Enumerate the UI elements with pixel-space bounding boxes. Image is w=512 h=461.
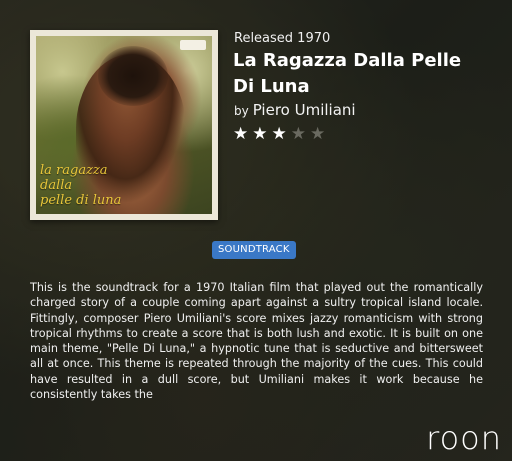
star-empty-icon[interactable]: ★ — [291, 124, 306, 144]
star-filled-icon[interactable]: ★ — [233, 124, 248, 144]
genre-tag[interactable]: SOUNDTRACK — [212, 241, 296, 259]
cover-hair — [98, 46, 168, 106]
release-year: Released 1970 — [234, 31, 331, 46]
album-title: La Ragazza Dalla Pelle Di Luna — [233, 50, 462, 97]
by-label: by — [234, 104, 249, 118]
star-empty-icon[interactable]: ★ — [310, 124, 325, 144]
roon-logo: roon — [426, 419, 502, 457]
star-rating[interactable]: ★ ★ ★ ★ ★ — [233, 124, 325, 144]
album-cover-art: la ragazza dalla pelle di luna — [36, 36, 212, 214]
record-label-logo — [180, 40, 206, 50]
album-review: This is the soundtrack for a 1970 Italia… — [30, 281, 483, 402]
artist-link[interactable]: Piero Umiliani — [253, 101, 356, 119]
album-cover[interactable]: la ragazza dalla pelle di luna — [30, 30, 218, 220]
star-filled-icon[interactable]: ★ — [272, 124, 287, 144]
byline: by Piero Umiliani — [234, 101, 356, 119]
cover-title-text: la ragazza dalla pelle di luna — [40, 163, 122, 208]
star-filled-icon[interactable]: ★ — [252, 124, 267, 144]
